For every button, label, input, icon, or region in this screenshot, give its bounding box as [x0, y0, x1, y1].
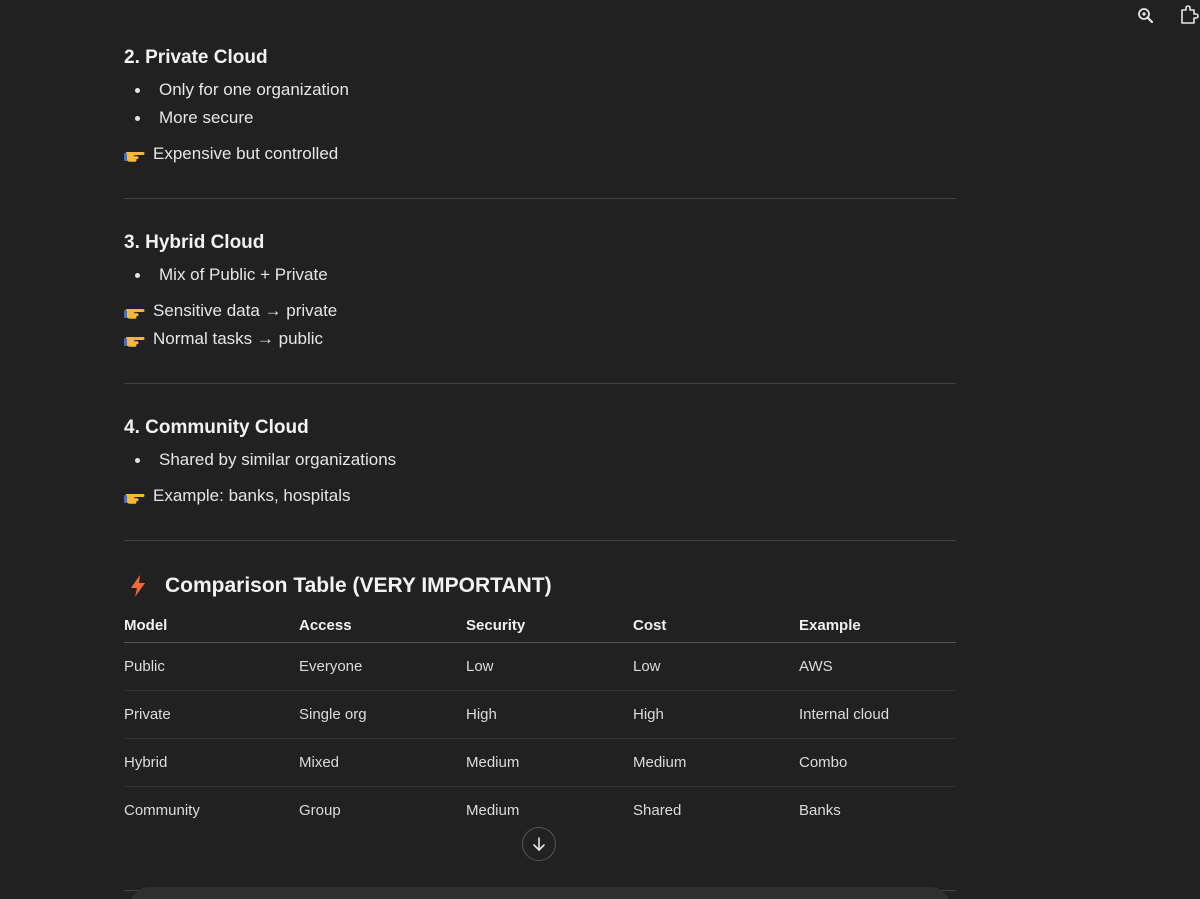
note-text: Normal tasks → public	[153, 329, 324, 348]
divider	[124, 383, 956, 384]
table-cell: Private	[124, 690, 299, 739]
table-header-cell: Model	[124, 609, 299, 643]
pointing-hand-icon	[124, 309, 145, 319]
list-item: Only for one organization	[124, 76, 956, 104]
table-cell: Community	[124, 802, 200, 819]
table-cell: Public	[124, 642, 299, 691]
table-row: Hybrid Mixed Medium Medium Combo	[124, 738, 956, 787]
note-group: Expensive but controlled	[124, 140, 956, 168]
table-cell: Everyone	[299, 642, 466, 691]
table-row: Private Single org High High Internal cl…	[124, 690, 956, 739]
message-composer[interactable]	[130, 887, 950, 899]
list-item: Shared by similar organizations	[124, 446, 956, 474]
table-cell: Medium	[633, 738, 799, 787]
table-cell: Mixed	[299, 738, 466, 787]
note: Example: banks, hospitals	[124, 482, 956, 510]
scroll-down-button[interactable]	[522, 827, 556, 861]
lightning-icon	[131, 575, 145, 597]
comparison-table: Model Access Security Cost Example Publi…	[124, 609, 956, 834]
note-text: Expensive but controlled	[153, 144, 339, 163]
list-item: More secure	[124, 104, 956, 132]
note-text: Sensitive data → private	[153, 301, 338, 320]
pointing-hand-icon	[124, 152, 145, 162]
table-cell: Banks	[799, 802, 841, 819]
table-cell: Combo	[799, 738, 956, 787]
comparison-title: Comparison Table (VERY IMPORTANT)	[124, 571, 956, 601]
bullet-list: Shared by similar organizations	[124, 446, 956, 474]
note: Sensitive data → private	[124, 297, 956, 325]
browser-toolbar	[1120, 4, 1200, 28]
table-header-cell: Access	[299, 609, 466, 643]
table-cell: Medium	[466, 738, 633, 787]
table-cell: Group	[299, 802, 341, 819]
section-hybrid-cloud: 3. Hybrid Cloud Mix of Public + Private …	[124, 229, 956, 353]
note-group: Example: banks, hospitals	[124, 482, 956, 510]
divider	[124, 540, 956, 541]
table-cell: High	[466, 690, 633, 739]
table-cell: Internal cloud	[799, 690, 956, 739]
table-header-cell: Cost	[633, 609, 799, 643]
table-header-cell: Security	[466, 609, 633, 643]
arrow-down-icon	[533, 837, 545, 851]
comparison-title-text: Comparison Table (VERY IMPORTANT)	[165, 574, 552, 597]
note: Expensive but controlled	[124, 140, 956, 168]
table-cell: Low	[466, 642, 633, 691]
section-title: 3. Hybrid Cloud	[124, 232, 265, 253]
table-row: Public Everyone Low Low AWS	[124, 642, 956, 691]
list-item: Mix of Public + Private	[124, 261, 956, 289]
section-title: 2. Private Cloud	[124, 47, 268, 68]
note-group: Sensitive data → private Normal tasks → …	[124, 297, 956, 353]
table-cell: High	[633, 690, 799, 739]
table-cell: Shared	[633, 802, 682, 819]
comparison-section: Comparison Table (VERY IMPORTANT) Model …	[124, 571, 956, 834]
note-text: Example: banks, hospitals	[153, 486, 351, 505]
section-community-cloud: 4. Community Cloud Shared by similar org…	[124, 414, 956, 510]
table-cell: Single org	[299, 690, 466, 739]
table-cell: Low	[633, 642, 799, 691]
message-content: 2. Private Cloud Only for one organizati…	[124, 44, 956, 834]
bullet-list: Mix of Public + Private	[124, 261, 956, 289]
pointing-hand-icon	[124, 494, 145, 504]
table-header-row: Model Access Security Cost Example	[124, 609, 956, 643]
table-cell: AWS	[799, 642, 956, 691]
pointing-hand-icon	[124, 337, 145, 347]
extension-icon[interactable]	[1178, 4, 1200, 26]
divider	[124, 198, 956, 199]
bullet-list: Only for one organization More secure	[124, 76, 956, 132]
table-cell: Medium	[466, 802, 520, 819]
zoom-icon[interactable]	[1136, 6, 1156, 26]
section-private-cloud: 2. Private Cloud Only for one organizati…	[124, 44, 956, 168]
table-header-cell: Example	[799, 609, 956, 643]
section-title: 4. Community Cloud	[124, 417, 309, 438]
note: Normal tasks → public	[124, 325, 956, 353]
table-cell: Hybrid	[124, 738, 299, 787]
chat-page: 2. Private Cloud Only for one organizati…	[0, 0, 1200, 899]
